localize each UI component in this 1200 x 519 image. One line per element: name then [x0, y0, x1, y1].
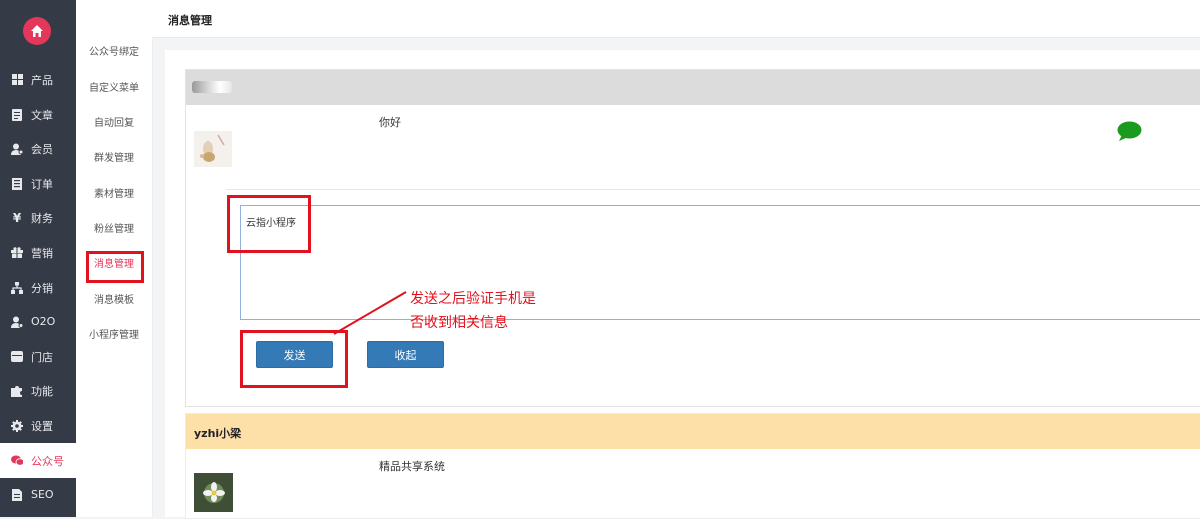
annotation-highlight-reply [227, 195, 311, 253]
sidebar-item-functions[interactable]: 功能 [0, 373, 76, 408]
chat-bubble-icon[interactable] [1117, 121, 1142, 142]
home-icon [31, 25, 43, 37]
annotation-highlight-send [240, 330, 348, 388]
annotation-line-1: 发送之后验证手机是 [410, 291, 536, 307]
subnav-item-fans[interactable]: 粉丝管理 [76, 222, 152, 238]
sidebar-item-stores[interactable]: 门店 [0, 339, 76, 374]
reply-divider [226, 189, 1200, 190]
subnav-item-mini-program[interactable]: 小程序管理 [76, 328, 152, 344]
annotation-arrow [333, 291, 407, 335]
sidebar-item-o2o[interactable]: O2O [0, 304, 76, 339]
subnav-item-auto-reply[interactable]: 自动回复 [76, 116, 152, 132]
message-header [186, 70, 1200, 105]
sidebar-item-label: 设置 [31, 419, 53, 433]
top-bar: 消息管理 [152, 0, 1200, 38]
message-card: yzhi小梁 精品共享系统 [185, 413, 1200, 519]
avatar [194, 473, 233, 512]
grid-icon [11, 74, 23, 86]
username-redacted [192, 81, 232, 93]
sidebar-item-label: 财务 [31, 211, 53, 225]
wechat-icon [11, 455, 23, 467]
sidebar-item-distribution[interactable]: 分销 [0, 270, 76, 305]
sidebar-item-label: 订单 [31, 177, 53, 191]
sidebar-item-products[interactable]: 产品 [0, 62, 76, 97]
annotation-line-2: 否收到相关信息 [410, 315, 508, 331]
page-title: 消息管理 [168, 14, 212, 27]
store-icon [11, 351, 23, 363]
subnav-item-mass-send[interactable]: 群发管理 [76, 151, 152, 167]
file-icon [11, 488, 23, 501]
gear-icon [11, 419, 23, 432]
annotation-highlight-subnav [86, 251, 144, 283]
message-username: yzhi小梁 [194, 427, 242, 440]
sidebar-item-label: 门店 [31, 350, 53, 364]
message-text: 你好 [379, 116, 401, 129]
subnav-item-materials[interactable]: 素材管理 [76, 187, 152, 203]
document-icon [11, 108, 23, 121]
main-sidebar: 产品 文章 会员 订单 ¥ 财务 营销 分销 O2O 门店 功能 设置 公众号 … [0, 0, 76, 517]
user-icon [11, 143, 23, 155]
puzzle-icon [11, 385, 23, 397]
sidebar-item-label: 公众号 [31, 454, 64, 468]
sidebar-item-orders[interactable]: 订单 [0, 166, 76, 201]
sidebar-item-label: 功能 [31, 384, 53, 398]
sidebar-item-members[interactable]: 会员 [0, 131, 76, 166]
subnav-item-message-templates[interactable]: 消息模板 [76, 293, 152, 309]
yen-icon: ¥ [12, 210, 22, 225]
avatar [194, 131, 232, 167]
subnav-item-custom-menu[interactable]: 自定义菜单 [76, 81, 152, 97]
collapse-button[interactable]: 收起 [367, 341, 444, 368]
sidebar-item-seo[interactable]: SEO [0, 477, 76, 512]
sidebar-item-label: 营销 [31, 246, 53, 260]
user-cog-icon [11, 316, 23, 328]
sidebar-item-wechat[interactable]: 公众号 [0, 443, 76, 478]
gift-icon [11, 247, 23, 259]
message-text: 精品共享系统 [379, 460, 445, 473]
sidebar-item-articles[interactable]: 文章 [0, 97, 76, 132]
sidebar-item-marketing[interactable]: 营销 [0, 235, 76, 270]
message-header: yzhi小梁 [186, 414, 1200, 449]
logo-home-button[interactable] [23, 17, 51, 45]
subnav-item-account-binding[interactable]: 公众号绑定 [76, 45, 152, 61]
sidebar-item-finance[interactable]: ¥ 财务 [0, 200, 76, 235]
sidebar-item-label: 分销 [31, 281, 53, 295]
sidebar-item-label: 文章 [31, 108, 53, 122]
sidebar-item-label: SEO [31, 488, 54, 501]
sidebar-item-settings[interactable]: 设置 [0, 408, 76, 443]
sidebar-item-label: 会员 [31, 142, 53, 156]
sidebar-item-label: O2O [31, 315, 56, 328]
list-icon [11, 177, 23, 190]
sidebar-item-label: 产品 [31, 73, 53, 87]
annotation-text: 发送之后验证手机是 否收到相关信息 [410, 287, 536, 335]
sitemap-icon [11, 281, 23, 294]
